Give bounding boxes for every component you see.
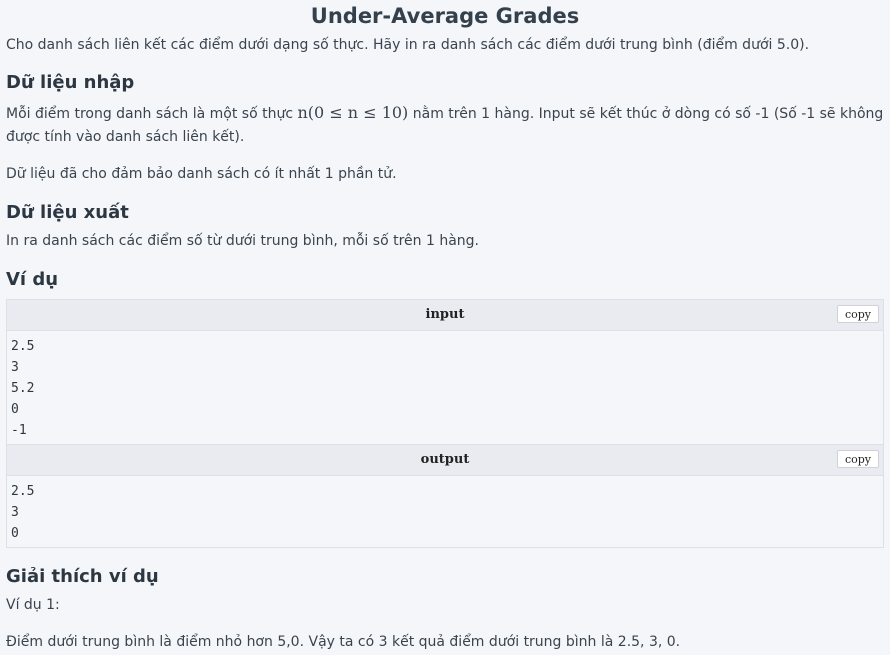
problem-title: Under-Average Grades — [310, 4, 580, 28]
sample-output-line: 2.5 — [11, 484, 35, 499]
output-heading: Dữ liệu xuất — [6, 202, 129, 223]
sample-output-line: 3 — [11, 505, 19, 520]
sample-input-label: input — [425, 307, 465, 322]
sample-input-line: 0 — [11, 402, 19, 417]
sample-input-line: -1 — [11, 423, 27, 438]
input-guarantee: Dữ liệu đã cho đảm bảo danh sách có ít n… — [6, 166, 397, 182]
input-desc-math: n(0 ≤ n ≤ 10) — [297, 103, 409, 122]
sample-output-line: 0 — [11, 526, 19, 541]
output-description: In ra danh sách các điểm số từ dưới trun… — [6, 233, 479, 249]
sample-io-box: input copy 2.5 3 5.2 0 -1 output copy 2.… — [6, 299, 884, 548]
sample-output-body: 2.5 3 0 — [7, 476, 883, 547]
sample-output-label: output — [420, 452, 470, 467]
explanation-example-label: Ví dụ 1: — [6, 597, 60, 613]
sample-input-body: 2.5 3 5.2 0 -1 — [7, 331, 883, 444]
problem-page: Under-Average Grades Cho danh sách liên … — [0, 1, 890, 654]
copy-output-button[interactable]: copy — [836, 450, 879, 468]
sample-output-header: output copy — [7, 444, 883, 476]
example-heading: Ví dụ — [6, 269, 59, 290]
input-heading: Dữ liệu nhập — [6, 72, 135, 93]
sample-input-line: 2.5 — [11, 339, 35, 354]
copy-input-button[interactable]: copy — [836, 305, 879, 323]
sample-input-line: 5.2 — [11, 381, 35, 396]
explanation-text: Điểm dưới trung bình là điểm nhỏ hơn 5,0… — [6, 634, 681, 650]
problem-intro: Cho danh sách liên kết các điểm dưới dạn… — [6, 37, 810, 53]
input-desc-before: Mỗi điểm trong danh sách là một số thực — [6, 106, 294, 122]
sample-input-line: 3 — [11, 360, 19, 375]
sample-input-header: input copy — [7, 300, 883, 331]
explanation-heading: Giải thích ví dụ — [6, 566, 159, 587]
input-description: Mỗi điểm trong danh sách là một số thực … — [6, 101, 884, 149]
